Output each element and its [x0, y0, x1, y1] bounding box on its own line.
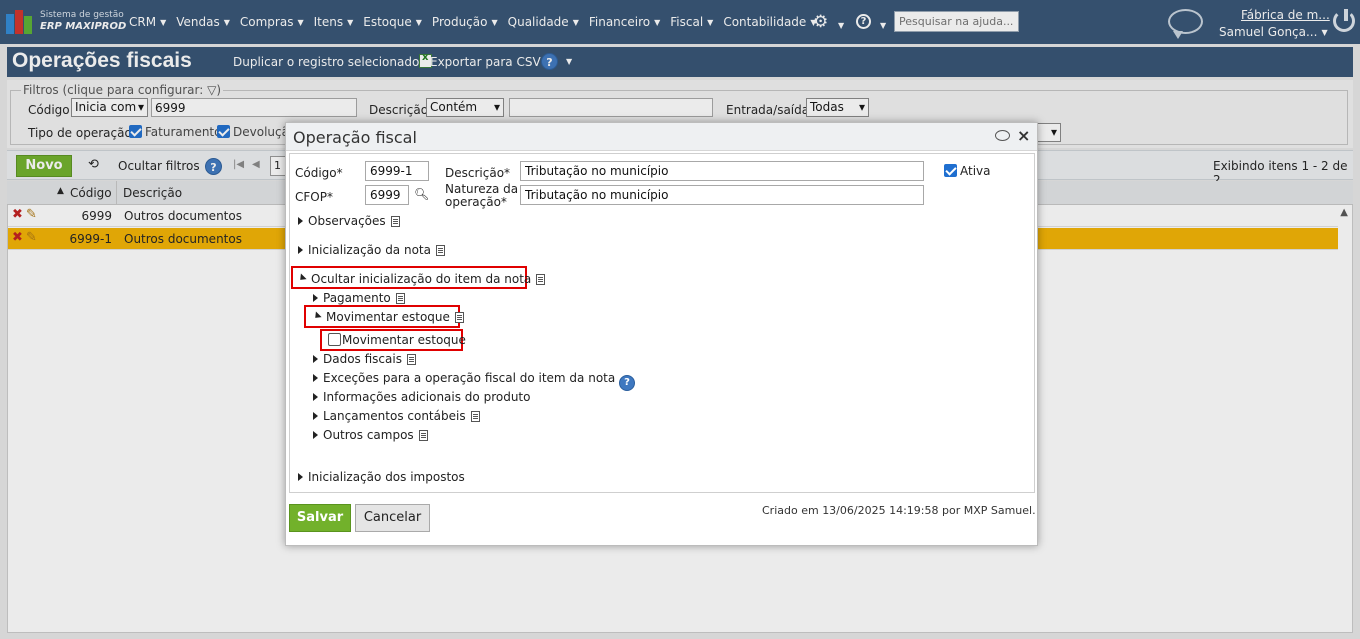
section-label: Inicialização da nota	[308, 243, 431, 257]
section-label: Outros campos	[323, 428, 414, 442]
section-dados-fiscais[interactable]: Dados fiscais	[313, 352, 416, 366]
movimentar-estoque-checkbox[interactable]	[328, 333, 341, 346]
cancel-button[interactable]: Cancelar	[355, 504, 430, 532]
expand-icon	[313, 393, 318, 401]
document-icon[interactable]	[536, 274, 546, 285]
section-label: Exceções para a operação fiscal do item …	[323, 371, 616, 385]
section-label: Informações adicionais do produto	[323, 390, 531, 404]
expand-icon	[298, 217, 303, 225]
section-info-adicionais[interactable]: Informações adicionais do produto	[313, 390, 530, 404]
section-ocultar-item[interactable]: Ocultar inicialização do item da nota	[297, 272, 546, 286]
document-icon[interactable]	[454, 312, 464, 323]
section-outros-campos[interactable]: Outros campos	[313, 428, 428, 442]
document-icon[interactable]	[390, 216, 400, 227]
ativa-label: Ativa	[960, 164, 991, 178]
section-excecoes[interactable]: Exceções para a operação fiscal do item …	[313, 371, 636, 391]
natureza-label: Natureza da operação*	[445, 183, 518, 209]
section-label: Observações	[308, 214, 386, 228]
document-icon[interactable]	[418, 430, 428, 441]
cfop-label: CFOP*	[295, 190, 333, 204]
document-icon[interactable]	[435, 245, 445, 256]
collapse-icon	[297, 273, 307, 283]
codigo-label: Código*	[295, 166, 343, 180]
movimentar-estoque-checkbox-label: Movimentar estoque	[342, 333, 466, 347]
natureza-field[interactable]	[520, 185, 924, 205]
comment-icon[interactable]	[995, 130, 1010, 141]
descricao-field[interactable]	[520, 161, 924, 181]
created-info: Criado em 13/06/2025 14:19:58 por MXP Sa…	[762, 504, 1036, 517]
movimentar-estoque-option[interactable]: Movimentar estoque	[328, 333, 466, 347]
section-lancamentos[interactable]: Lançamentos contábeis	[313, 409, 480, 423]
expand-icon	[298, 473, 303, 481]
descricao-label: Descrição*	[445, 166, 511, 180]
operacao-fiscal-dialog: Operação fiscal × Código* Descrição* Ati…	[285, 122, 1038, 546]
section-label: Dados fiscais	[323, 352, 402, 366]
section-pagamento[interactable]: Pagamento	[313, 291, 405, 305]
close-icon[interactable]: ×	[1017, 126, 1030, 145]
document-icon[interactable]	[470, 411, 480, 422]
ativa-option[interactable]: Ativa	[944, 164, 991, 178]
expand-icon	[313, 294, 318, 302]
section-inicializacao-nota[interactable]: Inicialização da nota	[298, 243, 445, 257]
dialog-title-bar: Operação fiscal ×	[286, 123, 1037, 151]
section-inicializacao-impostos[interactable]: Inicialização dos impostos	[298, 470, 465, 484]
help-icon[interactable]: ?	[619, 375, 636, 391]
expand-icon	[313, 355, 318, 363]
expand-icon	[313, 431, 318, 439]
expand-icon	[298, 246, 303, 254]
document-icon[interactable]	[406, 354, 416, 365]
expand-icon	[313, 374, 318, 382]
cfop-field[interactable]	[365, 185, 409, 205]
section-label: Movimentar estoque	[326, 310, 450, 324]
natureza-label-line-2: operação*	[445, 195, 507, 209]
expand-icon	[313, 412, 318, 420]
section-label: Inicialização dos impostos	[308, 470, 465, 484]
codigo-field[interactable]	[365, 161, 429, 181]
section-label: Pagamento	[323, 291, 391, 305]
dialog-form-panel: Código* Descrição* Ativa CFOP* 🔍︎ Nature…	[289, 153, 1035, 493]
search-icon[interactable]: 🔍︎	[414, 187, 429, 201]
save-button[interactable]: Salvar	[289, 504, 351, 532]
ativa-checkbox[interactable]	[944, 164, 957, 177]
document-icon[interactable]	[395, 293, 405, 304]
section-movimentar-estoque[interactable]: Movimentar estoque	[312, 310, 464, 324]
section-label: Ocultar inicialização do item da nota	[311, 272, 532, 286]
natureza-label-line-1: Natureza da	[445, 182, 519, 196]
section-label: Lançamentos contábeis	[323, 409, 466, 423]
collapse-icon	[312, 311, 322, 321]
dialog-title: Operação fiscal	[293, 128, 417, 147]
section-observacoes[interactable]: Observações	[298, 214, 400, 228]
